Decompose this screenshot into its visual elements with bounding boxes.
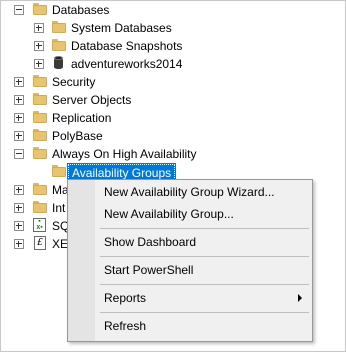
expand-icon[interactable] bbox=[14, 113, 24, 123]
folder-icon bbox=[33, 147, 47, 159]
menu-item-start-powershell[interactable]: Start PowerShell bbox=[95, 259, 312, 281]
expand-icon[interactable] bbox=[14, 95, 24, 105]
tree-node-label: Server Objects bbox=[52, 93, 132, 107]
folder-icon bbox=[33, 201, 47, 213]
expand-icon[interactable] bbox=[34, 23, 44, 33]
folder-icon bbox=[33, 3, 47, 15]
menu-item-label: Reports bbox=[104, 291, 147, 305]
expand-icon[interactable] bbox=[14, 131, 24, 141]
tree-node-database-snapshots[interactable]: Database Snapshots bbox=[1, 37, 345, 55]
expand-icon[interactable] bbox=[34, 41, 44, 51]
expand-icon[interactable] bbox=[14, 203, 24, 213]
expand-icon[interactable] bbox=[34, 59, 44, 69]
database-icon bbox=[54, 56, 63, 70]
collapse-icon[interactable] bbox=[14, 5, 24, 15]
menu-item-show-dashboard[interactable]: Show Dashboard bbox=[95, 231, 312, 253]
menu-separator bbox=[100, 312, 309, 313]
tree-node-label: PolyBase bbox=[52, 129, 103, 143]
folder-icon bbox=[52, 165, 66, 177]
tree-node-label: Int bbox=[52, 201, 66, 215]
tree-node-system-databases[interactable]: System Databases bbox=[1, 19, 345, 37]
tree-node-adventureworks2014[interactable]: adventureworks2014 bbox=[1, 55, 345, 73]
submenu-arrow-icon bbox=[298, 294, 302, 302]
folder-icon bbox=[33, 129, 47, 141]
tree-node-label: Security bbox=[52, 75, 96, 89]
menu-separator bbox=[100, 256, 309, 257]
object-explorer-tree: Databases System Databases Database Snap… bbox=[0, 0, 346, 352]
folder-icon bbox=[33, 93, 47, 105]
tree-node-label: adventureworks2014 bbox=[71, 57, 183, 71]
tree-node-label: Database Snapshots bbox=[71, 39, 183, 53]
tree-node-replication[interactable]: Replication bbox=[1, 109, 345, 127]
sql-agent-icon: ▪ x▪ bbox=[33, 218, 46, 232]
menu-icon-gutter bbox=[68, 180, 95, 341]
tree-node-security[interactable]: Security bbox=[1, 73, 345, 91]
tree-node-label: System Databases bbox=[71, 21, 172, 35]
folder-icon bbox=[33, 111, 47, 123]
folder-icon bbox=[52, 39, 66, 51]
expand-icon[interactable] bbox=[14, 221, 24, 231]
tree-node-label: XE bbox=[52, 237, 69, 251]
menu-separator bbox=[100, 228, 309, 229]
collapse-icon[interactable] bbox=[14, 149, 24, 159]
tree-node-label: Replication bbox=[52, 111, 112, 125]
tree-node-databases[interactable]: Databases bbox=[1, 1, 345, 19]
menu-item-new-ag-wizard[interactable]: New Availability Group Wizard... bbox=[95, 181, 312, 203]
expand-icon[interactable] bbox=[14, 77, 24, 87]
folder-icon bbox=[33, 183, 47, 195]
tree-node-label: Databases bbox=[52, 3, 110, 17]
menu-separator bbox=[100, 284, 309, 285]
folder-icon bbox=[33, 75, 47, 87]
menu-item-reports[interactable]: Reports bbox=[95, 287, 312, 309]
expand-icon[interactable] bbox=[14, 239, 24, 249]
context-menu: New Availability Group Wizard... New Ava… bbox=[67, 179, 313, 342]
menu-item-refresh[interactable]: Refresh bbox=[95, 315, 312, 337]
tree-node-always-on[interactable]: Always On High Availability bbox=[1, 145, 345, 163]
xevent-profiler-icon: £ bbox=[34, 236, 46, 250]
folder-icon bbox=[52, 21, 66, 33]
tree-node-polybase[interactable]: PolyBase bbox=[1, 127, 345, 145]
tree-node-label: Always On High Availability bbox=[52, 147, 197, 161]
tree-node-server-objects[interactable]: Server Objects bbox=[1, 91, 345, 109]
expand-icon[interactable] bbox=[14, 185, 24, 195]
menu-item-new-ag[interactable]: New Availability Group... bbox=[95, 203, 312, 225]
